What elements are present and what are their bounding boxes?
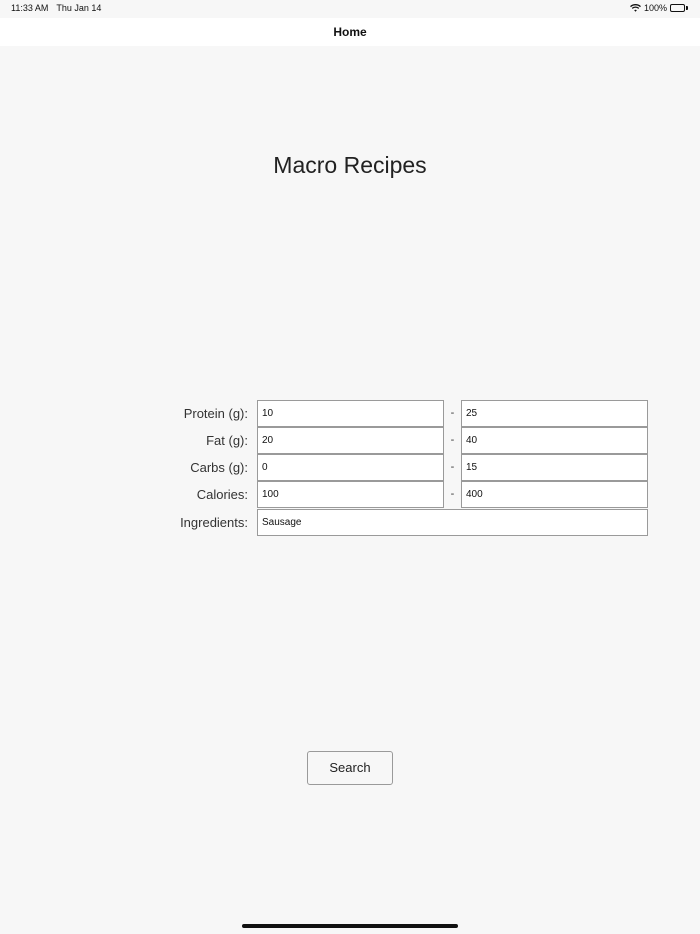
range-separator: - <box>450 488 455 500</box>
range-separator: - <box>450 434 455 446</box>
carbs-min-input[interactable] <box>257 454 444 481</box>
status-left: 11:33 AM Thu Jan 14 <box>11 3 101 13</box>
calories-label: Calories: <box>196 487 248 502</box>
protein-max-input[interactable] <box>461 400 648 427</box>
battery-percent: 100% <box>643 3 667 13</box>
nav-title: Home <box>333 25 367 39</box>
protein-min-input[interactable] <box>257 400 444 427</box>
status-time: 11:33 AM <box>11 3 49 13</box>
status-date: Thu Jan 14 <box>56 3 102 13</box>
fat-max-input[interactable] <box>461 427 648 454</box>
battery-icon <box>670 4 688 12</box>
fat-row: Fat (g): - <box>0 427 700 454</box>
page-title: Macro Recipes <box>273 152 427 178</box>
search-button[interactable]: Search <box>307 751 393 785</box>
wifi-icon <box>630 4 641 12</box>
fat-min-input[interactable] <box>257 427 444 454</box>
carbs-max-input[interactable] <box>461 454 648 481</box>
calories-min-input[interactable] <box>257 481 444 508</box>
status-bar: 11:33 AM Thu Jan 14 100% <box>0 0 700 18</box>
calories-row: Calories: - <box>0 481 700 508</box>
ingredients-row: Ingredients: <box>0 509 700 536</box>
carbs-label: Carbs (g): <box>190 460 248 475</box>
navigation-bar: Home <box>0 18 700 46</box>
ingredients-input[interactable] <box>257 509 648 536</box>
home-indicator[interactable] <box>242 924 458 928</box>
ingredients-label: Ingredients: <box>180 515 248 530</box>
protein-row: Protein (g): - <box>0 400 700 427</box>
status-right: 100% <box>630 3 688 13</box>
protein-label: Protein (g): <box>183 406 248 421</box>
carbs-row: Carbs (g): - <box>0 454 700 481</box>
range-separator: - <box>450 407 455 419</box>
calories-max-input[interactable] <box>461 481 648 508</box>
range-separator: - <box>450 461 455 473</box>
fat-label: Fat (g): <box>206 433 248 448</box>
